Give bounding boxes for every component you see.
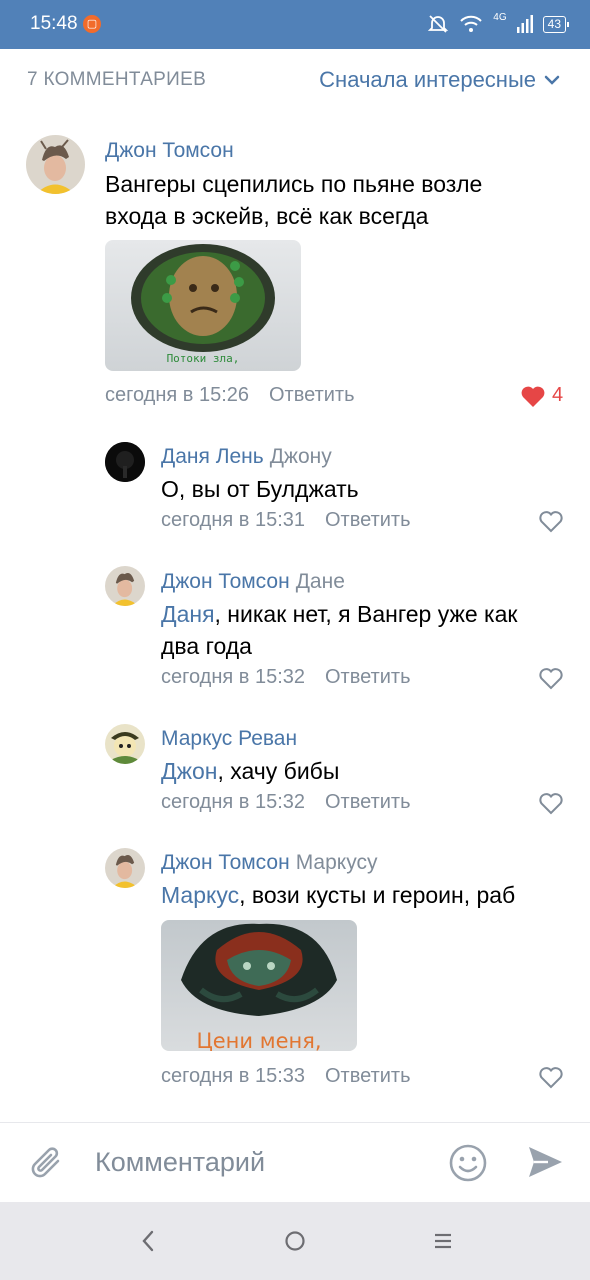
network-type: 4G — [493, 11, 507, 23]
comment-text: Вангеры сцепились по пьяне возле входа в… — [105, 171, 483, 229]
comment-text: Даня, никак нет, я Вангер уже как два го… — [161, 601, 518, 659]
comment-time: сегодня в 15:31 — [161, 509, 305, 531]
sort-label: Сначала интересные — [319, 67, 536, 92]
heart-icon[interactable] — [538, 792, 564, 816]
mention-link[interactable]: Джон — [161, 758, 217, 784]
comment-text: О, вы от Булджать — [161, 476, 359, 502]
comment-attachment-image[interactable]: Цени меня, — [161, 920, 357, 1051]
reply-button[interactable]: Ответить — [325, 666, 411, 688]
signal-icon — [516, 15, 533, 33]
comment-input-bar: Комментарий — [0, 1122, 590, 1202]
comment-author[interactable]: Джон Томсон Маркусу — [161, 851, 377, 875]
comment-meta: сегодня в 15:31 Ответить — [161, 509, 411, 532]
comment-time: сегодня в 15:32 — [161, 666, 305, 688]
comment-author[interactable]: Джон Томсон Дане — [161, 570, 345, 594]
avatar[interactable] — [26, 135, 85, 194]
comment-meta: сегодня в 15:33 Ответить — [161, 1065, 411, 1088]
comments-header: 7 КОММЕНТАРИЕВ Сначала интересные — [0, 49, 590, 111]
avatar[interactable] — [105, 442, 145, 482]
back-icon[interactable] — [138, 1224, 158, 1258]
heart-icon[interactable] — [538, 510, 564, 534]
wifi-icon — [460, 15, 483, 32]
mute-icon — [428, 15, 449, 33]
chevron-down-icon — [544, 75, 560, 85]
notification-icon: ▢ — [83, 15, 101, 33]
avatar[interactable] — [105, 566, 145, 606]
comments-count: 7 КОММЕНТАРИЕВ — [27, 69, 207, 90]
comment-text: Маркус, вози кусты и героин, раб — [161, 882, 516, 908]
comment-author[interactable]: Даня Лень Джону — [161, 445, 332, 469]
avatar[interactable] — [105, 724, 145, 764]
status-time: 15:48 — [30, 13, 78, 34]
reply-to: Дане — [295, 570, 345, 593]
mention-link[interactable]: Даня — [161, 601, 215, 627]
heart-icon[interactable] — [538, 667, 564, 691]
comment-input[interactable]: Комментарий — [95, 1147, 265, 1178]
status-bar: 15:48 ▢ 4G 43 — [0, 0, 590, 49]
comment-time: сегодня в 15:26 — [105, 384, 249, 406]
comment-author[interactable]: Маркус Реван — [161, 727, 297, 751]
attachment-caption: Цени меня, — [196, 1029, 321, 1051]
comment-meta: сегодня в 15:32 Ответить — [161, 666, 411, 689]
reply-button[interactable]: Ответить — [325, 791, 411, 813]
sort-dropdown[interactable]: Сначала интересные — [319, 67, 560, 93]
battery-indicator: 43 — [542, 15, 570, 33]
menu-icon[interactable] — [432, 1224, 454, 1258]
comment-author[interactable]: Джон Томсон — [105, 139, 234, 163]
reply-to: Маркусу — [295, 851, 378, 874]
reply-button[interactable]: Ответить — [325, 509, 411, 531]
reply-button[interactable]: Ответить — [269, 384, 355, 406]
reply-button[interactable]: Ответить — [325, 1065, 411, 1087]
emoji-icon[interactable] — [448, 1143, 488, 1183]
reply-to: Джону — [269, 445, 332, 468]
comment-time: сегодня в 15:33 — [161, 1065, 305, 1087]
avatar[interactable] — [105, 848, 145, 888]
comment-text: Джон, хачу бибы — [161, 758, 340, 784]
system-nav-bar — [0, 1202, 590, 1280]
comment-meta: сегодня в 15:26 Ответить — [105, 384, 355, 407]
like-count: 4 — [552, 384, 564, 406]
attachment-caption: Потоки зла, — [167, 352, 240, 365]
comment-time: сегодня в 15:32 — [161, 791, 305, 813]
send-icon[interactable] — [526, 1143, 564, 1181]
heart-icon[interactable] — [538, 1066, 564, 1090]
attach-icon[interactable] — [28, 1143, 66, 1183]
heart-icon[interactable] — [520, 385, 546, 409]
status-icons: 4G 43 — [427, 11, 570, 36]
home-icon[interactable] — [282, 1224, 308, 1258]
comment-meta: сегодня в 15:32 Ответить — [161, 791, 411, 814]
mention-link[interactable]: Маркус — [161, 882, 239, 908]
comment-attachment-image[interactable]: Потоки зла, — [105, 240, 301, 371]
